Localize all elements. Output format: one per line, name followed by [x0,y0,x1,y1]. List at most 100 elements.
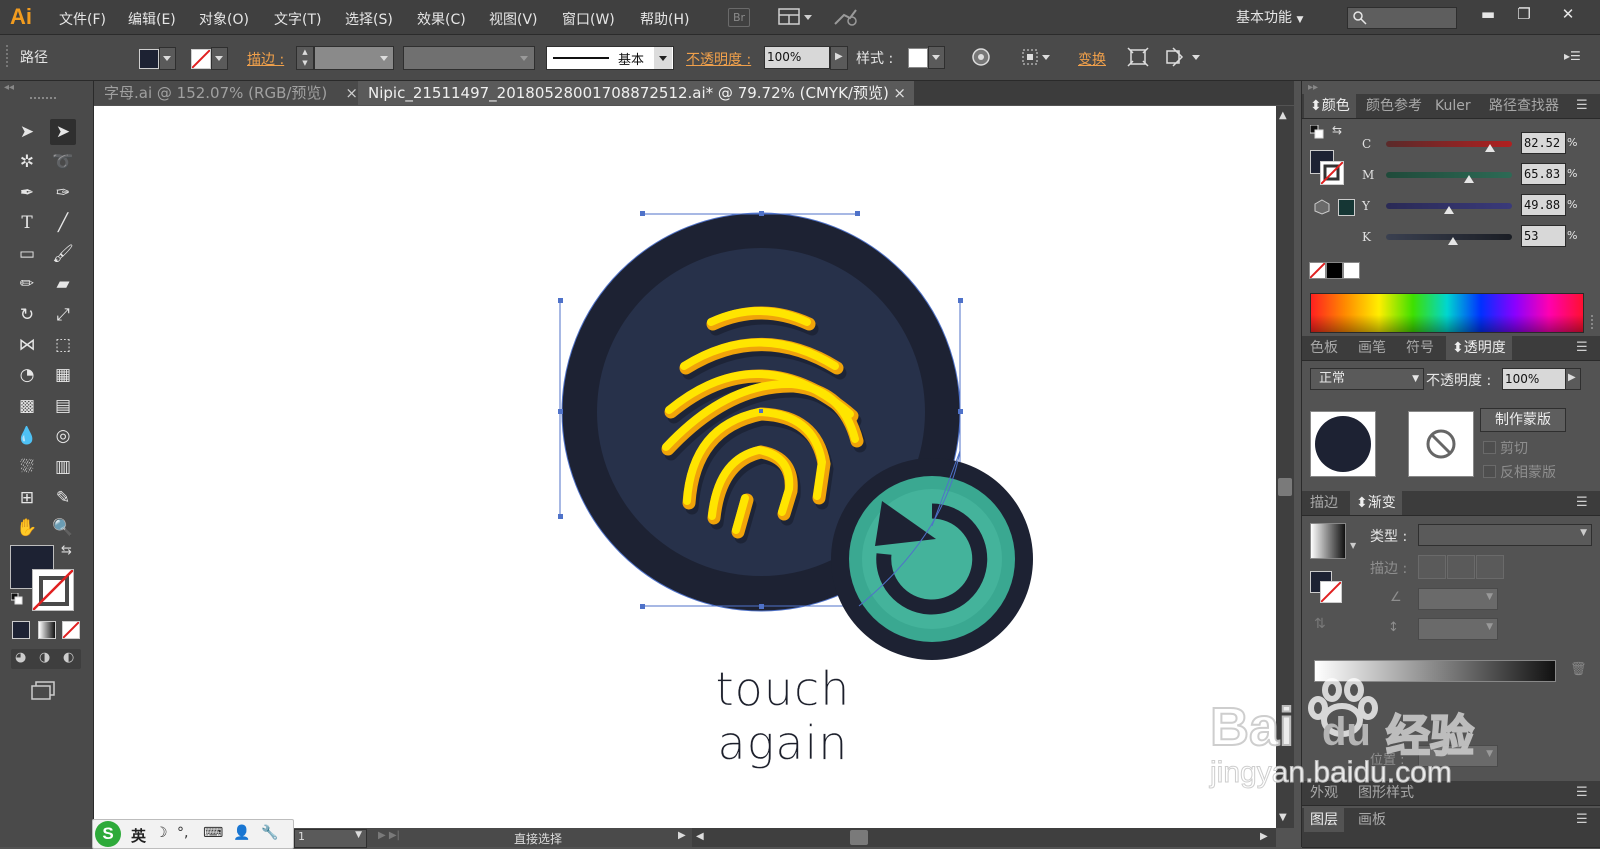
scroll-left-icon[interactable]: ◀ [696,831,704,842]
opacity-arrow-button[interactable]: ▶ [830,46,848,70]
collapse-arrows-icon[interactable]: ▸▸ [1308,82,1318,93]
channel-slider-knob-c[interactable] [1484,144,1495,152]
mesh-tool[interactable]: ▩ [14,393,40,419]
gradient-mode-button[interactable] [38,621,56,639]
keyboard-icon[interactable]: ⌨ [203,825,223,841]
channel-value-m[interactable]: 65.83 [1521,163,1566,185]
clip-checkbox[interactable] [1483,441,1496,454]
tab-gradient[interactable]: ⬍渐变 [1350,491,1402,515]
tab-color[interactable]: ⬍颜色 [1304,94,1356,118]
tab-transparency[interactable]: ⬍透明度 [1446,336,1512,360]
retry-badge[interactable] [831,458,1033,660]
artboard-number-input[interactable]: 1 ▼ [294,829,367,848]
scroll-right-icon[interactable]: ▶ [1260,831,1268,842]
screen-mode-button[interactable] [30,679,58,701]
lasso-tool[interactable]: ➰ [50,149,76,175]
current-tool-status[interactable]: 直接选择 [514,830,562,847]
tab-artboards[interactable]: 画板 [1358,808,1386,832]
workspace-switcher[interactable]: 基本功能 ▼ [1236,7,1303,27]
tab-document-2[interactable]: Nipic_21511497_20180528001708872512.ai* … [358,81,914,105]
channel-value-y[interactable]: 49.88 [1521,194,1566,216]
eyedropper-tool[interactable]: 💧 [14,423,40,449]
vertical-scroll-thumb[interactable] [1278,478,1292,496]
none-mode-button[interactable] [62,621,80,639]
direct-selection-tool[interactable]: ➤ [50,119,76,145]
panel-menu-icon[interactable]: ☰ [1576,340,1588,355]
horizontal-scrollbar[interactable]: ◀ ▶ [692,828,1276,847]
collapse-arrows-icon[interactable]: ◂◂ [4,82,14,93]
tab-pathfinder[interactable]: 路径查找器 [1489,94,1559,118]
artwork-caption[interactable]: touch again [655,662,911,770]
gradient-type-dropdown[interactable]: ▼ [1418,524,1592,546]
user-icon[interactable]: 👤 [233,825,250,841]
stroke-weight-input[interactable] [314,46,394,70]
swap-fill-stroke-icon[interactable]: ⇆ [61,543,72,558]
gradient-thumbnail[interactable] [1310,523,1346,559]
stroke-across-button[interactable] [1476,555,1504,579]
tab-layers[interactable]: 图层 [1304,808,1344,832]
recolor-artwork-button[interactable] [970,46,992,68]
channel-value-k[interactable]: 53 [1521,225,1566,247]
resize-grip[interactable] [1591,315,1597,329]
scroll-down-icon[interactable]: ▼ [1279,812,1287,823]
artboard-tool[interactable]: ⊞ [14,485,40,511]
tab-symbols[interactable]: 符号 [1406,336,1434,360]
scroll-up-icon[interactable]: ▲ [1279,110,1287,121]
brush-definition-dropdown[interactable]: 基本 [546,46,674,70]
stroke-along-button[interactable] [1447,555,1475,579]
wrench-icon[interactable]: 🔧 [261,825,278,841]
tab-swatches[interactable]: 色板 [1310,336,1338,360]
minimize-button[interactable]: ▬ [1470,2,1506,26]
ime-language-toggle[interactable]: 英 [131,825,146,846]
restore-button[interactable]: ❐ [1506,2,1542,26]
pen-tool[interactable]: ✒ [14,180,40,206]
type-tool[interactable]: T [14,210,40,236]
half-width-moon-icon[interactable]: ☽ [155,825,168,841]
scale-tool[interactable]: ⤢ [50,302,76,328]
help-search-input[interactable] [1347,7,1457,29]
line-segment-tool[interactable]: ╱ [50,210,76,236]
opacity-input[interactable]: 100% [764,46,830,69]
blend-mode-dropdown[interactable]: 正常 ▼ [1310,368,1424,390]
punctuation-icon[interactable]: °, [177,825,188,841]
tab-brushes[interactable]: 画笔 [1358,336,1386,360]
bridge-button[interactable]: Br [728,8,750,27]
make-mask-button[interactable]: 制作蒙版 [1480,408,1566,432]
menu-object[interactable]: 对象(O) [199,9,249,29]
fill-color-dropdown[interactable] [137,47,177,70]
color-spectrum[interactable] [1310,293,1584,333]
tab-stroke[interactable]: 描边 [1310,491,1338,515]
channel-value-c[interactable]: 82.52 [1521,132,1566,154]
menu-select[interactable]: 选择(S) [345,9,393,29]
panel-stroke-swatch[interactable] [1320,161,1344,185]
paintbrush-tool[interactable]: 🖌 [50,241,76,267]
slice-tool[interactable]: ✎ [50,485,76,511]
menu-file[interactable]: 文件(F) [59,9,106,29]
opacity-panel-link[interactable]: 不透明度 : [686,49,751,69]
blend-tool[interactable]: ◎ [50,423,76,449]
graphic-style-dropdown[interactable] [906,46,946,69]
channel-slider-knob-y[interactable] [1443,206,1454,214]
symbol-sprayer-tool[interactable]: ⛆ [14,454,40,480]
menu-help[interactable]: 帮助(H) [640,9,689,29]
artboard-nav-icons[interactable]: ▶ ▶| [378,830,400,841]
menu-effect[interactable]: 效果(C) [417,9,466,29]
close-tab-icon[interactable]: × [893,81,906,105]
tab-kuler[interactable]: Kuler [1435,94,1471,118]
channel-slider-knob-k[interactable] [1447,237,1458,245]
transform-panel-link[interactable]: 变换 [1078,49,1106,69]
status-menu-arrow-icon[interactable]: ▶ [678,830,686,841]
none-color-chip[interactable] [1309,262,1326,279]
gamut-color-swatch[interactable] [1338,199,1355,216]
rotate-tool[interactable]: ↻ [14,302,40,328]
close-tab-icon[interactable]: × [345,81,358,105]
perspective-grid-tool[interactable]: ▦ [50,362,76,388]
stroke-weight-stepper[interactable]: ▲ ▼ [296,46,314,70]
transparency-opacity-input[interactable]: 100% [1502,368,1566,390]
panel-menu-icon[interactable]: ☰ [1576,495,1588,510]
menu-edit[interactable]: 编辑(E) [128,9,176,29]
rectangle-tool[interactable]: ▭ [14,241,40,267]
chevron-down-icon[interactable]: ▼ [1350,541,1356,550]
panel-menu-icon[interactable]: ☰ [1576,812,1588,827]
channel-slider-knob-m[interactable] [1463,175,1474,183]
